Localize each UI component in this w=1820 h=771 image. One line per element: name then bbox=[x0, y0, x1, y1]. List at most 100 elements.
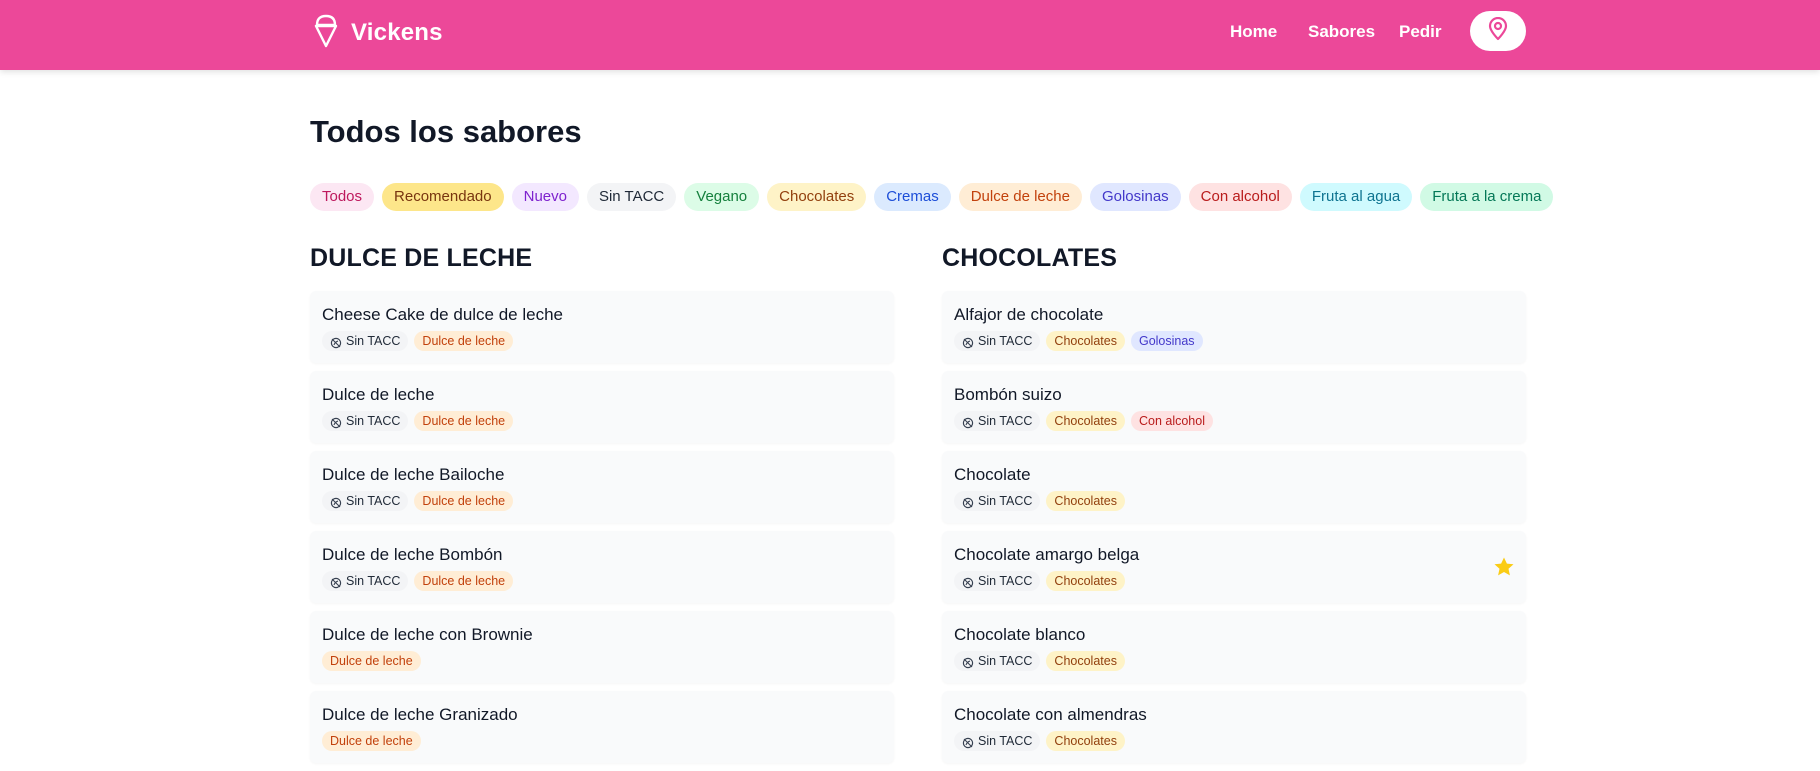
flavor-name: Cheese Cake de dulce de leche bbox=[322, 305, 563, 324]
flavor-name: Bombón suizo bbox=[954, 385, 1062, 404]
flavor-card[interactable]: Dulce de leche Granizado Dulce de leche bbox=[310, 691, 894, 763]
tag-label: Sin TACC bbox=[346, 494, 401, 508]
tag-label: Dulce de leche bbox=[422, 494, 506, 508]
tag-sin-tacc: Sin TACC bbox=[954, 651, 1041, 671]
tag-sin-tacc: Sin TACC bbox=[322, 491, 409, 511]
tag-con-alcohol: Con alcohol bbox=[1130, 411, 1213, 431]
filter-chip-fruta-a-la-crema[interactable]: Fruta a la crema bbox=[1420, 183, 1554, 211]
tag-dulce-de-leche: Dulce de leche bbox=[414, 411, 514, 431]
page-title: Todos los sabores bbox=[310, 114, 582, 149]
flavor-tags: Dulce de leche bbox=[322, 651, 421, 671]
flavor-card[interactable]: Alfajor de chocolate Sin TACC Chocolates Go… bbox=[942, 291, 1526, 363]
tag-dulce-de-leche: Dulce de leche bbox=[414, 491, 514, 511]
wheat-off-icon bbox=[962, 655, 974, 669]
flavor-name: Alfajor de chocolate bbox=[954, 305, 1104, 324]
filter-chip-chocolates[interactable]: Chocolates bbox=[767, 183, 867, 211]
flavor-card[interactable]: Dulce de leche con Brownie Dulce de leche bbox=[310, 611, 894, 683]
filter-chip-fruta-al-agua[interactable]: Fruta al agua bbox=[1299, 183, 1413, 211]
flavor-name: Chocolate bbox=[954, 465, 1031, 484]
filter-chip-cremas[interactable]: Cremas bbox=[874, 183, 951, 211]
filter-chip-con-alcohol[interactable]: Con alcohol bbox=[1188, 183, 1292, 211]
flavor-card[interactable]: Bombón suizo Sin TACC Chocolates Con alcoho… bbox=[942, 371, 1526, 443]
tag-label: Dulce de leche bbox=[422, 414, 506, 428]
nav-sabores[interactable]: Sabores bbox=[1308, 22, 1375, 42]
tag-dulce-de-leche: Dulce de leche bbox=[414, 331, 514, 351]
flavor-tags: Sin TACC Dulce de leche bbox=[322, 331, 514, 351]
wheat-off-icon bbox=[962, 415, 974, 429]
filter-chip-vegano[interactable]: Vegano bbox=[684, 183, 760, 211]
tag-label: Golosinas bbox=[1138, 334, 1195, 348]
tag-label: Chocolates bbox=[1054, 494, 1117, 508]
section-chocolates: CHOCOLATES Alfajor de chocolate Sin TACC C… bbox=[942, 244, 1526, 763]
tag-sin-tacc: Sin TACC bbox=[954, 331, 1041, 351]
flavor-tags: Sin TACC Dulce de leche bbox=[322, 571, 514, 591]
tag-sin-tacc: Sin TACC bbox=[954, 731, 1041, 751]
wheat-off-icon bbox=[962, 575, 974, 589]
location-button[interactable] bbox=[1470, 11, 1526, 51]
flavor-name: Chocolate con almendras bbox=[954, 705, 1147, 724]
flavor-tags: Sin TACC Chocolates bbox=[954, 731, 1125, 751]
ice-cream-icon bbox=[313, 14, 339, 53]
flavor-card[interactable]: Dulce de leche Bombón Sin TACC Dulce de le… bbox=[310, 531, 894, 603]
filter-chip-nuevo[interactable]: Nuevo bbox=[511, 183, 579, 211]
tag-sin-tacc: Sin TACC bbox=[954, 491, 1041, 511]
tag-chocolates: Chocolates bbox=[1046, 411, 1125, 431]
section-title: CHOCOLATES bbox=[942, 244, 1118, 272]
flavor-card[interactable]: Dulce de leche Sin TACC Dulce de leche bbox=[310, 371, 894, 443]
tag-sin-tacc: Sin TACC bbox=[322, 571, 409, 591]
tag-label: Chocolates bbox=[1054, 574, 1117, 588]
tag-label: Chocolates bbox=[1054, 654, 1117, 668]
section-dulce-de-leche: DULCE DE LECHE Cheese Cake de dulce de l… bbox=[310, 244, 894, 763]
flavor-tags: Sin TACC Chocolates bbox=[954, 651, 1125, 671]
flavor-name: Dulce de leche bbox=[322, 385, 435, 404]
flavor-tags: Sin TACC Chocolates Con alcohol bbox=[954, 411, 1213, 431]
filter-chip-dulce-de-leche[interactable]: Dulce de leche bbox=[958, 183, 1082, 211]
tag-sin-tacc: Sin TACC bbox=[954, 571, 1041, 591]
flavor-name: Dulce de leche Bailoche bbox=[322, 465, 505, 484]
tag-chocolates: Chocolates bbox=[1046, 571, 1125, 591]
brand-link[interactable]: Vickens bbox=[313, 13, 443, 53]
filter-chip-golosinas[interactable]: Golosinas bbox=[1089, 183, 1181, 211]
flavor-tags: Sin TACC Chocolates bbox=[954, 491, 1125, 511]
tag-chocolates: Chocolates bbox=[1046, 651, 1125, 671]
tag-label: Sin TACC bbox=[346, 334, 401, 348]
flavor-list: Cheese Cake de dulce de leche Sin TACC Dul… bbox=[310, 291, 894, 771]
flavor-card[interactable]: Dulce de leche Bailoche Sin TACC Dulce de … bbox=[310, 451, 894, 523]
tag-label: Chocolates bbox=[1054, 414, 1117, 428]
filter-chip-recomendado[interactable]: Recomendado bbox=[382, 183, 504, 211]
wheat-off-icon bbox=[330, 575, 342, 589]
tag-dulce-de-leche: Dulce de leche bbox=[414, 571, 514, 591]
tag-label: Con alcohol bbox=[1138, 414, 1205, 428]
tag-label: Sin TACC bbox=[978, 334, 1033, 348]
nav-pedir[interactable]: Pedir bbox=[1399, 22, 1442, 42]
wheat-off-icon bbox=[962, 495, 974, 509]
map-pin-icon bbox=[1488, 16, 1508, 46]
navbar: Vickens Home Sabores Pedir bbox=[0, 0, 1820, 70]
tag-label: Sin TACC bbox=[978, 414, 1033, 428]
tag-chocolates: Chocolates bbox=[1046, 491, 1125, 511]
tag-label: Chocolates bbox=[1054, 734, 1117, 748]
tag-label: Sin TACC bbox=[346, 574, 401, 588]
section-title: DULCE DE LECHE bbox=[310, 244, 533, 272]
flavor-tags: Sin TACC Chocolates Golosinas bbox=[954, 331, 1203, 351]
filter-chip-todos[interactable]: Todos bbox=[310, 183, 375, 211]
tag-label: Dulce de leche bbox=[330, 654, 413, 668]
flavor-card[interactable]: Chocolate blanco Sin TACC Chocolates bbox=[942, 611, 1526, 683]
tag-chocolates: Chocolates bbox=[1046, 331, 1125, 351]
flavor-card[interactable]: Chocolate amargo belga Sin TACC Chocolates bbox=[942, 531, 1526, 603]
flavor-name: Dulce de leche con Brownie bbox=[322, 625, 533, 644]
wheat-off-icon bbox=[330, 335, 342, 349]
tag-dulce-de-leche: Dulce de leche bbox=[322, 651, 421, 671]
flavor-name: Dulce de leche Granizado bbox=[322, 705, 518, 724]
tag-chocolates: Chocolates bbox=[1046, 731, 1125, 751]
tag-label: Sin TACC bbox=[978, 654, 1033, 668]
flavor-tags: Sin TACC Dulce de leche bbox=[322, 491, 514, 511]
flavor-card[interactable]: Chocolate con almendras Sin TACC Chocolate… bbox=[942, 691, 1526, 763]
flavor-card[interactable]: Chocolate Sin TACC Chocolates bbox=[942, 451, 1526, 523]
nav-home[interactable]: Home bbox=[1230, 22, 1277, 42]
flavor-tags: Dulce de leche bbox=[322, 731, 421, 751]
filter-chip-sin-tacc[interactable]: Sin TACC bbox=[586, 183, 677, 211]
flavor-card[interactable]: Cheese Cake de dulce de leche Sin TACC Dul… bbox=[310, 291, 894, 363]
tag-label: Dulce de leche bbox=[330, 734, 413, 748]
tag-label: Sin TACC bbox=[346, 414, 401, 428]
